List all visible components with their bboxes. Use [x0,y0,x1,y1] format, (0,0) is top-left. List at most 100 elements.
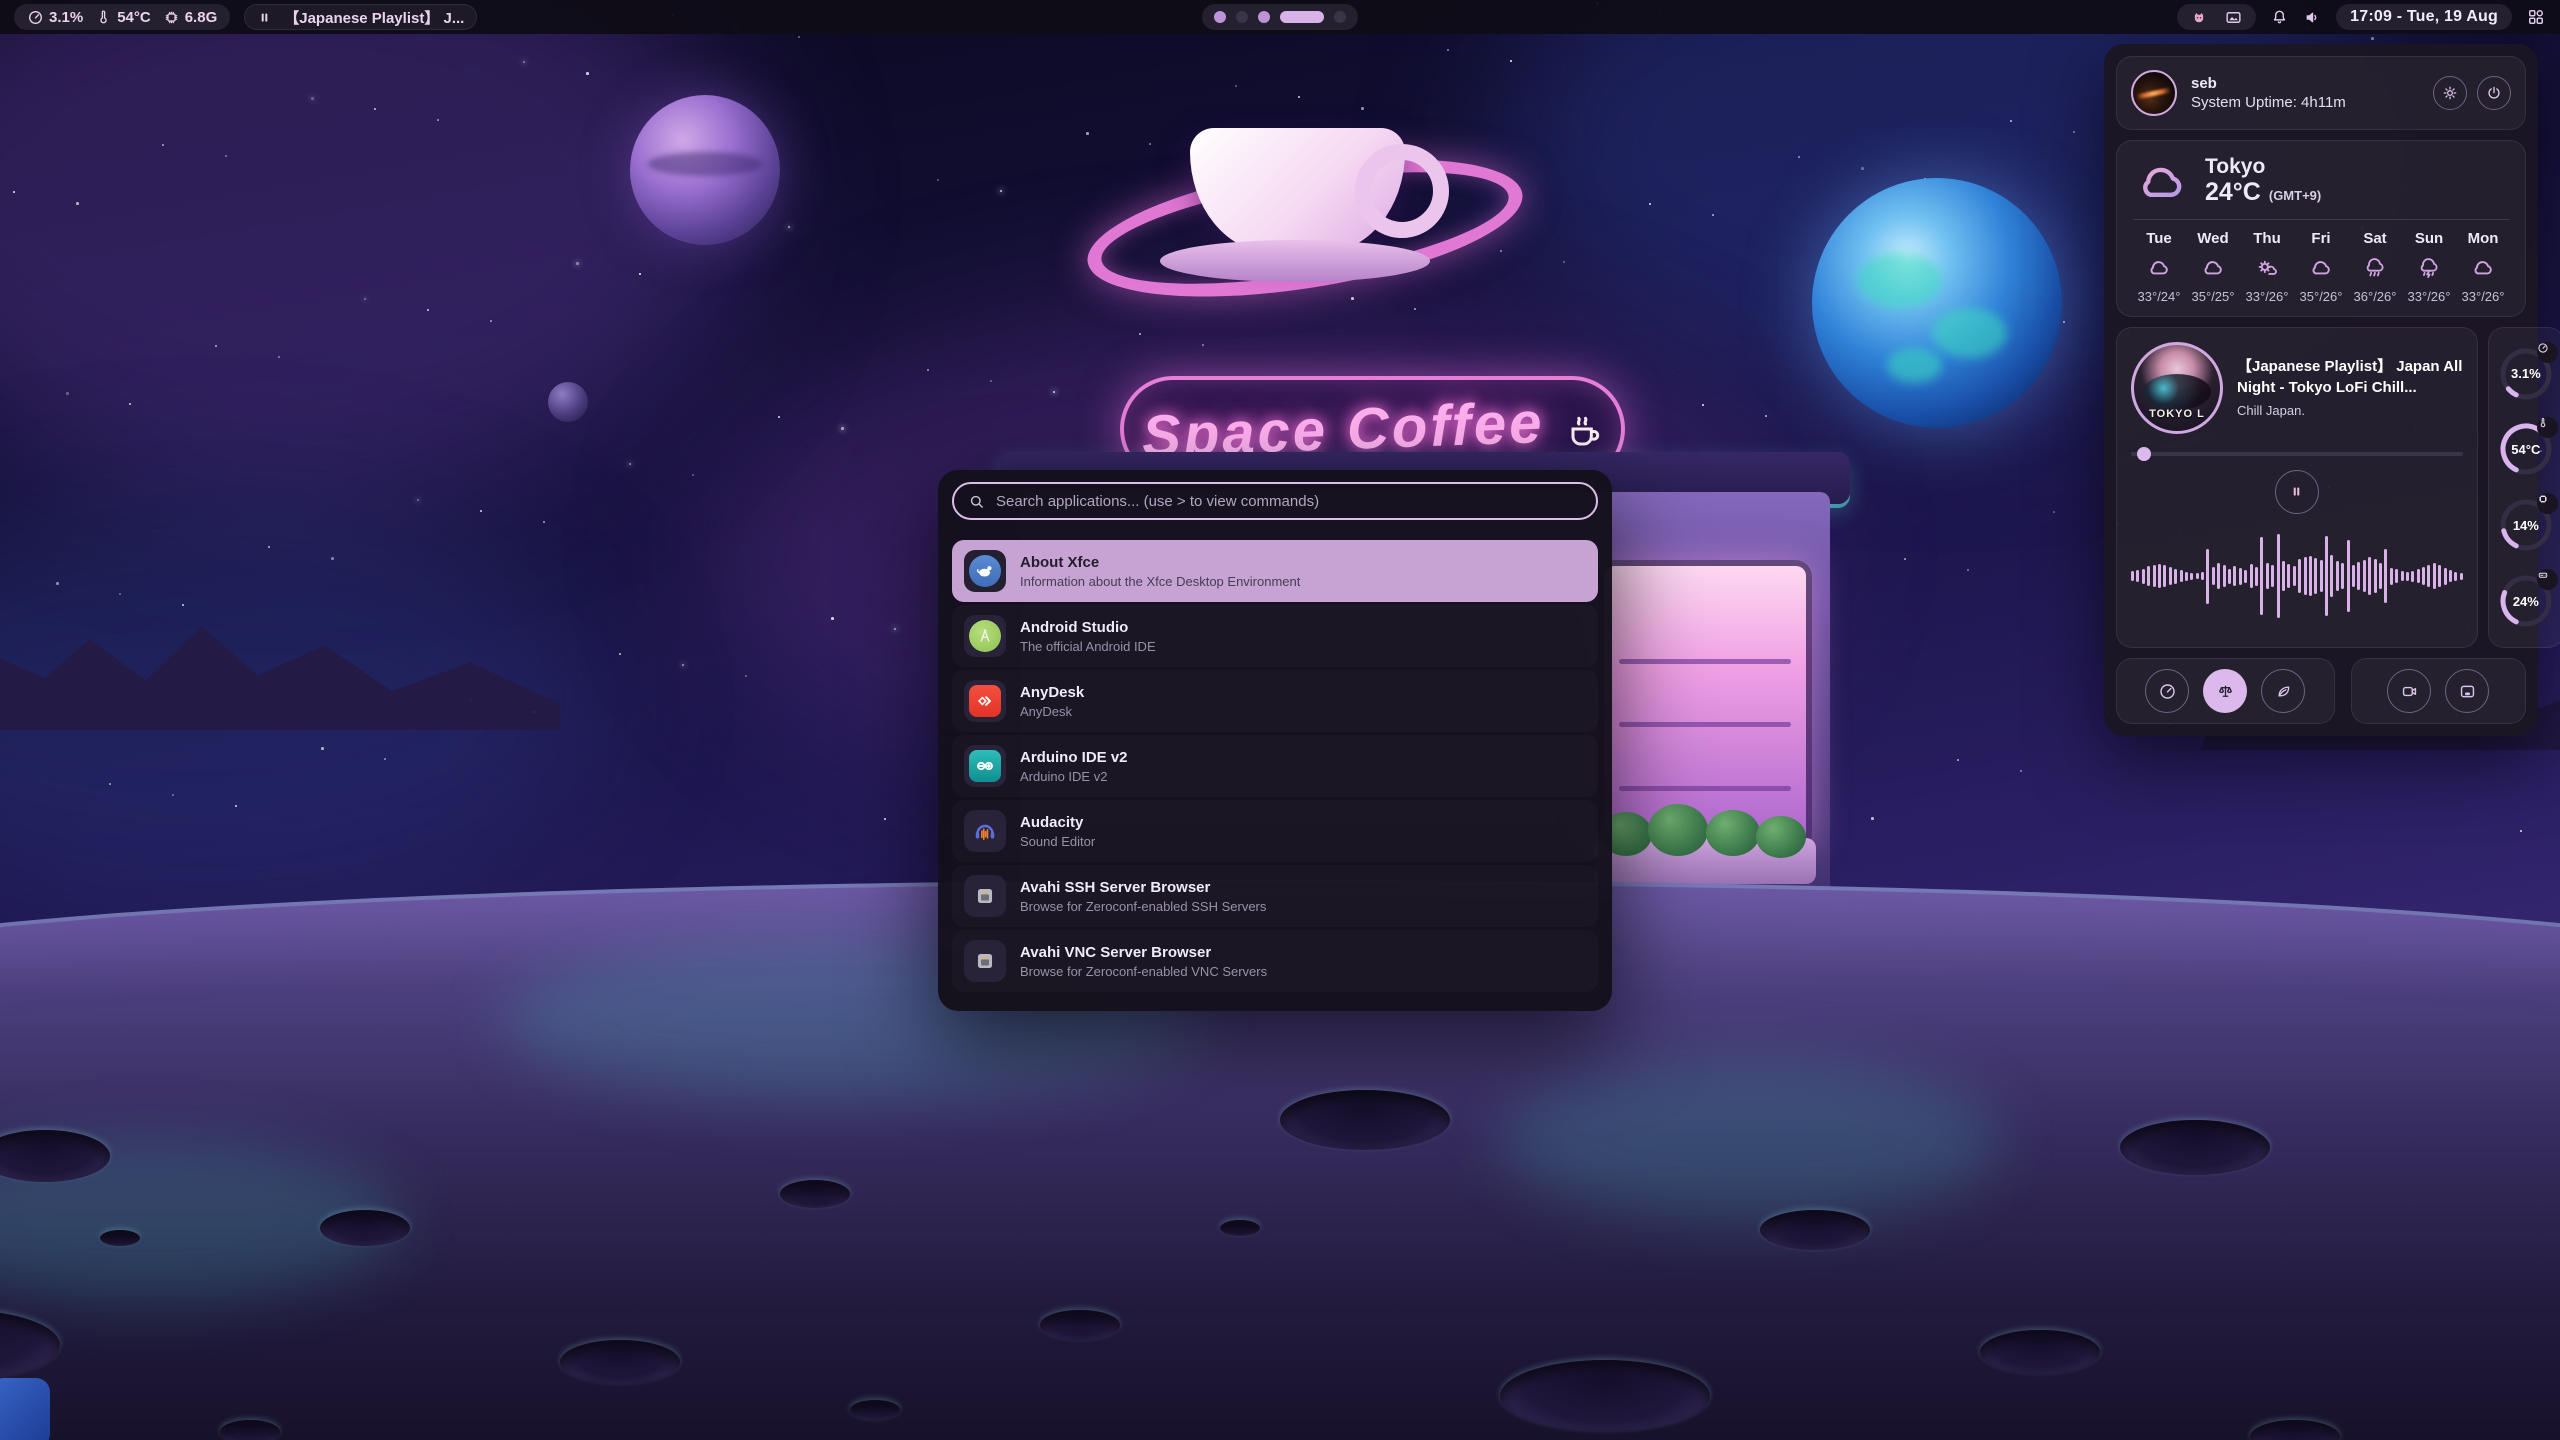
clock[interactable]: 17:09 - Tue, 19 Aug [2336,4,2512,30]
seek-bar[interactable] [2131,447,2463,461]
now-playing-pill[interactable]: 【Japanese Playlist】 J... [244,4,477,30]
seek-track [2131,452,2463,456]
workspace-dot-occupied[interactable] [1214,11,1226,23]
forecast-day: Sat 36°/26° [2349,230,2401,304]
search-input[interactable] [996,493,1582,510]
app-desc: The official Android IDE [1020,639,1156,654]
android-studio-icon [964,615,1006,657]
memory-usage-value: 6.8G [185,9,218,26]
power-button[interactable] [2477,76,2511,110]
mascot-icon[interactable] [2190,8,2208,26]
bush [1756,816,1806,858]
profile-balanced-button[interactable] [2203,669,2247,713]
app-desc: Arduino IDE v2 [1020,769,1128,784]
track-title: 【Japanese Playlist】 Japan All Night - To… [2237,357,2463,398]
power-profile-card [2116,658,2335,724]
cpu-temp-value: 54°C [117,9,151,26]
system-uptime: System Uptime: 4h11m [2191,94,2346,111]
workspace-dot-active[interactable] [1280,11,1324,23]
steam-cup-icon [1563,409,1603,449]
album-art[interactable]: TOKYO L [2131,342,2223,434]
storm-icon [2416,254,2442,282]
purple-planet [630,95,780,245]
cafe-window [1598,560,1812,850]
capture-card [2351,658,2526,724]
app-item-arduino[interactable]: Arduino IDE v2 Arduino IDE v2 [952,735,1598,797]
track-subtitle: Chill Japan. [2237,403,2463,418]
app-item-android-studio[interactable]: Android Studio The official Android IDE [952,605,1598,667]
app-name: About Xfce [1020,554,1300,571]
earth-planet [1812,178,2062,428]
workspace-dot-empty[interactable] [1236,11,1248,23]
pause-icon [257,10,272,25]
system-stats-pill[interactable]: 3.1% 54°C 6.8G [14,4,230,30]
forecast-day: Tue 33°/24° [2133,230,2185,304]
cpu-usage: 3.1% [27,9,83,26]
bush [1648,804,1708,856]
forecast-day: Fri 35°/26° [2295,230,2347,304]
divider [2133,219,2509,220]
screenshot-button[interactable] [2445,669,2489,713]
user-header-card: seb System Uptime: 4h11m [2116,56,2526,130]
apps-grid-icon[interactable] [2526,7,2546,27]
memory-usage: 6.8G [163,9,218,26]
settings-button[interactable] [2433,76,2467,110]
gear-icon [2441,84,2459,102]
username: seb [2191,75,2346,92]
forecast-day: Sun 33°/26° [2403,230,2455,304]
cloud-icon [2200,254,2226,282]
app-item-anydesk[interactable]: AnyDesk AnyDesk [952,670,1598,732]
search-icon [968,493,985,510]
app-desc: Sound Editor [1020,834,1095,849]
bush [1706,810,1760,856]
arduino-icon [964,745,1006,787]
app-desc: AnyDesk [1020,704,1084,719]
audacity-icon [964,810,1006,852]
avatar[interactable] [2131,70,2177,116]
app-desc: Information about the Xfce Desktop Envir… [1020,574,1300,589]
cpu-usage-value: 3.1% [49,9,83,26]
screen-record-button[interactable] [2387,669,2431,713]
volume-icon[interactable] [2303,8,2322,27]
workspace-dot-occupied[interactable] [1258,11,1270,23]
app-item-about-xfce[interactable]: About Xfce Information about the Xfce De… [952,540,1598,602]
app-item-avahi-ssh[interactable]: Avahi SSH Server Browser Browse for Zero… [952,865,1598,927]
system-gauges-card: 3.1% 54°C 14% 24% [2488,327,2560,648]
video-camera-icon [2400,682,2419,701]
profile-performance-button[interactable] [2145,669,2189,713]
wallpaper-icon[interactable] [2224,8,2243,27]
blue-patch [0,1378,50,1440]
app-launcher: About Xfce Information about the Xfce De… [938,470,1612,1011]
pause-icon [2289,484,2304,499]
cloud-icon [2146,254,2172,282]
app-desc: Browse for Zeroconf-enabled SSH Servers [1020,899,1266,914]
top-bar: 3.1% 54°C 6.8G 【Japanese Playlist】 J... [0,0,2560,34]
weather-temp: 24°C [2205,179,2261,207]
album-art-text: TOKYO L [2134,408,2220,420]
app-item-audacity[interactable]: Audacity Sound Editor [952,800,1598,862]
app-list: About Xfce Information about the Xfce De… [952,540,1598,992]
gauge-icon [27,9,44,26]
tray-pill[interactable] [2177,4,2256,30]
weather-timezone: (GMT+9) [2269,189,2321,203]
side-panel: seb System Uptime: 4h11m [2104,44,2538,736]
workspace-dot-empty[interactable] [1334,11,1346,23]
chip-icon [163,9,180,26]
thermometer-icon [95,9,112,26]
temp-gauge: 54°C [2497,420,2555,478]
seek-knob[interactable] [2137,447,2151,461]
disk-gauge: 24% [2497,572,2555,630]
profile-powersaver-button[interactable] [2261,669,2305,713]
app-item-avahi-vnc[interactable]: Avahi VNC Server Browser Browse for Zero… [952,930,1598,992]
cpu-gauge: 3.1% [2497,345,2555,403]
now-playing-label: 【Japanese Playlist】 J... [284,7,464,28]
cpu-temp: 54°C [95,9,151,26]
pause-button[interactable] [2275,470,2319,514]
launcher-search[interactable] [952,482,1598,520]
workspace-indicator[interactable] [1202,4,1358,30]
disk-icon [2537,569,2558,590]
xfce-logo-icon [964,550,1006,592]
sun-cloud-icon [2254,254,2280,282]
bell-icon[interactable] [2270,8,2289,27]
cup-saucer [1160,240,1430,282]
